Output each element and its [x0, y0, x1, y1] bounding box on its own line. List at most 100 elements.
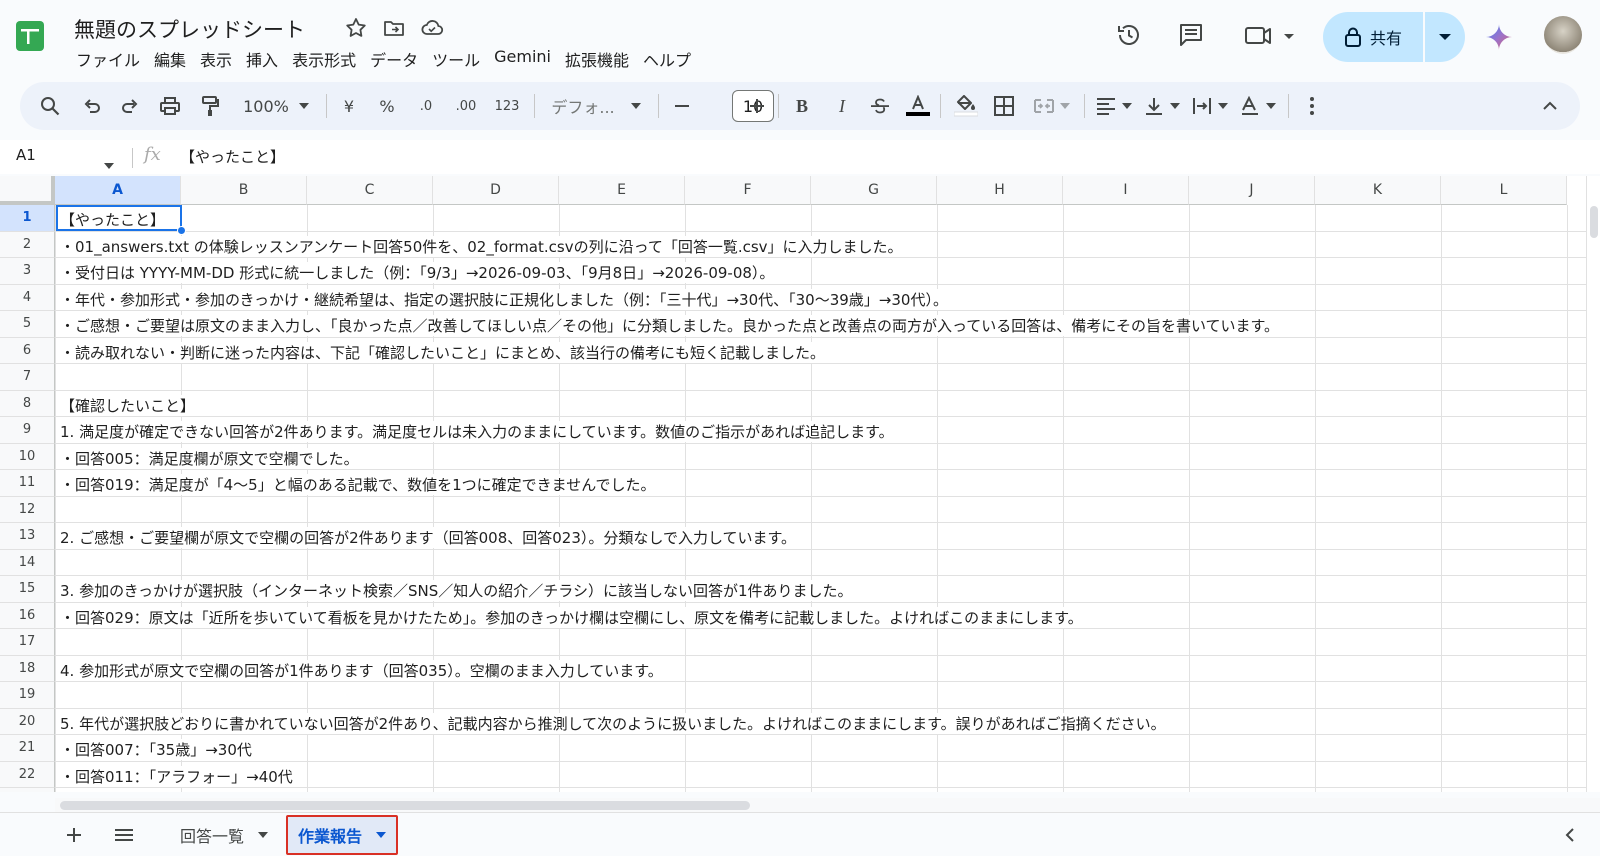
cell-a-text[interactable]: 4. 参加形式が原文で空欄の回答が1件あります（回答035）。空欄のまま入力して… — [60, 659, 665, 681]
row-cells[interactable] — [55, 364, 1600, 391]
cell-a-text[interactable]: ・回答005：満足度欄が原文で空欄でした。 — [60, 447, 361, 469]
cell-a-text[interactable]: ・ご感想・ご要望は原文のまま入力し、「良かった点／改善してほしい点／その他」に分… — [60, 315, 1282, 336]
menu-extensions[interactable]: 拡張機能 — [558, 46, 636, 72]
cloud-saved-icon[interactable] — [420, 16, 444, 40]
row-header[interactable]: 14 — [0, 549, 55, 576]
select-all-corner[interactable] — [0, 176, 55, 205]
menu-insert[interactable]: 挿入 — [239, 46, 285, 72]
horizontal-scroll-thumb[interactable] — [60, 801, 750, 810]
bold-button[interactable]: B — [786, 82, 818, 130]
redo-icon[interactable] — [114, 82, 146, 130]
row-header[interactable]: 16 — [0, 602, 55, 629]
gemini-sparkle-icon[interactable] — [1484, 22, 1516, 54]
spreadsheet-grid[interactable]: A B C D E F G H I J K L 1 【やったこと】 2 ・01_ans… — [0, 176, 1600, 792]
menu-data[interactable]: データ — [363, 46, 425, 72]
vertical-scrollbar[interactable] — [1586, 176, 1600, 792]
percent-format-button[interactable]: % — [372, 82, 402, 130]
decrease-font-size-icon[interactable] — [666, 82, 698, 130]
row-header[interactable]: 19 — [0, 682, 55, 709]
row-cells[interactable] — [55, 629, 1600, 656]
column-header-c[interactable]: C — [307, 176, 433, 205]
share-dropdown-button[interactable] — [1425, 12, 1465, 62]
name-box[interactable]: A1 — [16, 146, 36, 164]
vertical-scroll-thumb[interactable] — [1590, 206, 1598, 238]
more-formats-button[interactable]: 123 — [490, 82, 524, 130]
column-header-k[interactable]: K — [1315, 176, 1441, 205]
zoom-select[interactable]: 100% — [234, 82, 318, 130]
text-color-icon[interactable] — [902, 82, 934, 130]
text-rotation-icon[interactable] — [1236, 82, 1280, 130]
row-header[interactable]: 23 — [0, 788, 55, 792]
menu-gemini[interactable]: Gemini — [487, 46, 558, 72]
column-header-g[interactable]: G — [811, 176, 937, 205]
move-folder-icon[interactable] — [382, 16, 406, 40]
row-header[interactable]: 2 — [0, 231, 55, 258]
row-header[interactable]: 4 — [0, 284, 55, 311]
row-cells[interactable] — [55, 735, 1600, 762]
all-sheets-icon[interactable] — [110, 823, 138, 847]
row-header[interactable]: 22 — [0, 761, 55, 788]
horizontal-align-icon[interactable] — [1092, 82, 1136, 130]
sheet-tab-responses[interactable]: 回答一覧 — [170, 815, 278, 855]
row-cells[interactable] — [55, 682, 1600, 709]
increase-font-size-icon[interactable] — [742, 82, 772, 130]
share-button[interactable]: 共有 — [1323, 12, 1423, 62]
collapse-sidebar-chevron-icon[interactable] — [1556, 823, 1584, 847]
menu-format[interactable]: 表示形式 — [285, 46, 363, 72]
row-header[interactable]: 17 — [0, 629, 55, 656]
merge-cells-icon[interactable] — [1028, 82, 1076, 130]
strikethrough-icon[interactable] — [864, 82, 896, 130]
name-box-dropdown-icon[interactable] — [104, 154, 114, 173]
cell-a-text[interactable]: ・年代・参加形式・参加のきっかけ・継続希望は、指定の選択肢に正規化しました（例：… — [60, 288, 950, 310]
row-header[interactable]: 1 — [0, 205, 55, 232]
cell-a-text[interactable]: ・受付日は YYYY-MM-DD 形式に統一しました（例：「9/3」→2026-… — [60, 262, 777, 283]
borders-icon[interactable] — [988, 82, 1020, 130]
column-header-f[interactable]: F — [685, 176, 811, 205]
row-header[interactable]: 13 — [0, 523, 55, 550]
cell-a-text[interactable]: ・01_answers.txt の体験レッスンアンケート回答50件を、02_fo… — [60, 235, 905, 257]
row-cells[interactable] — [55, 496, 1600, 523]
print-icon[interactable] — [154, 82, 186, 130]
sheet-tab-work-report[interactable]: 作業報告 — [286, 815, 399, 855]
horizontal-scrollbar[interactable] — [55, 798, 1600, 812]
cell-a-text[interactable]: ・読み取れない・判断に迷った内容は、下記「確認したいこと」にまとめ、該当行の備考… — [60, 341, 828, 363]
column-header-h[interactable]: H — [937, 176, 1063, 205]
comments-icon[interactable] — [1176, 20, 1208, 52]
increase-decimal-button[interactable]: .00 — [448, 82, 484, 130]
row-header[interactable]: 15 — [0, 576, 55, 603]
text-wrapping-icon[interactable] — [1188, 82, 1232, 130]
cell-a-text[interactable]: 1. 満足度が確定できない回答が2件あります。満足度セルは未入力のままにしていま… — [60, 421, 896, 442]
cell-a-text[interactable]: ・回答007：「35歳」→30代 — [60, 739, 254, 760]
row-cells[interactable] — [55, 205, 1600, 232]
column-header-b[interactable]: B — [181, 176, 307, 205]
row-header[interactable]: 5 — [0, 311, 55, 338]
row-header[interactable]: 8 — [0, 390, 55, 417]
row-header[interactable]: 18 — [0, 655, 55, 682]
menu-file[interactable]: ファイル — [76, 46, 147, 72]
row-header[interactable]: 11 — [0, 470, 55, 497]
currency-format-button[interactable]: ¥ — [334, 82, 364, 130]
row-header[interactable]: 20 — [0, 708, 55, 735]
collapse-menus-icon[interactable] — [1534, 82, 1566, 130]
add-sheet-icon[interactable] — [60, 823, 88, 847]
cell-a-text[interactable]: ・回答011：「アラフォー」→40代 — [60, 765, 295, 787]
column-header-i[interactable]: I — [1063, 176, 1189, 205]
cell-a-text[interactable]: 5. 年代が選択肢どおりに書かれていない回答が2件あり、記載内容から推測して次の… — [60, 712, 1168, 734]
row-header[interactable]: 3 — [0, 258, 55, 285]
menu-tools[interactable]: ツール — [425, 46, 487, 72]
row-header[interactable]: 6 — [0, 337, 55, 364]
row-cells[interactable] — [55, 788, 1600, 792]
formula-input[interactable]: 【やったこと】 — [180, 146, 285, 167]
sheets-logo-icon[interactable] — [16, 21, 44, 51]
cell-a-text[interactable]: ・回答019：満足度が「4〜5」と幅のある記載で、数値を1つに確定できませんでし… — [60, 474, 658, 495]
version-history-icon[interactable] — [1114, 20, 1146, 52]
more-options-icon[interactable] — [1296, 82, 1328, 130]
fill-handle[interactable] — [177, 226, 186, 235]
font-family-select[interactable]: デフォ... — [542, 82, 650, 130]
row-cells[interactable] — [55, 549, 1600, 576]
cell-a-text[interactable]: 2. ご感想・ご要望欄が原文で空欄の回答が2件あります（回答008、回答023）… — [60, 527, 798, 548]
menu-view[interactable]: 表示 — [193, 46, 239, 72]
cell-a-text[interactable]: 3. 参加のきっかけが選択肢（インターネット検索／SNS／知人の紹介／チラシ）に… — [60, 580, 855, 601]
star-icon[interactable] — [344, 16, 368, 40]
row-header[interactable]: 7 — [0, 364, 55, 391]
